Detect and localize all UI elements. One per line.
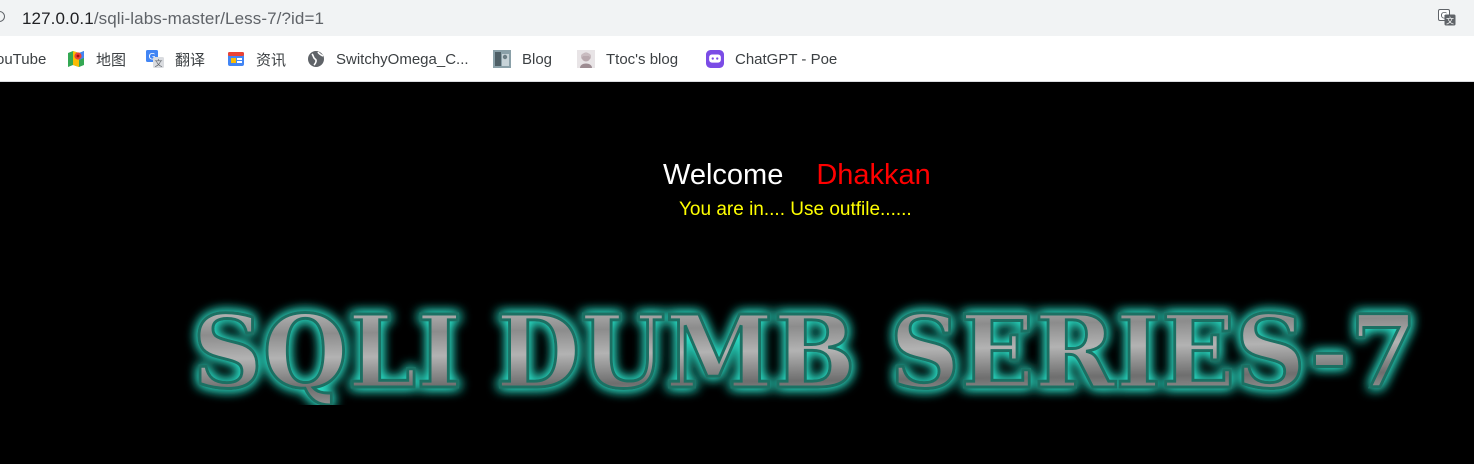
blog-avatar-icon [493,50,511,68]
news-icon [228,52,244,66]
bookmark-label: 地图 [96,51,127,69]
svg-text:文: 文 [1446,16,1454,26]
translate-icon: G 文 [146,50,164,68]
bookmark-youtube[interactable]: ouTube [0,48,46,70]
bookmark-label: SwitchyOmega_C... [336,50,469,68]
globe-icon [308,51,324,67]
banner-text: SQLI DUMB SERIES-7 [193,295,1418,405]
login-status: You are in.... Use outfile...... [679,199,912,220]
bookmark-label: ChatGPT - Poe [735,50,838,68]
url-field[interactable]: 127.0.0.1/sqli-labs-master/Less-7/?id=1 [22,9,324,29]
bookmark-label: Blog [522,50,553,68]
bookmark-label: 资讯 [256,51,287,69]
sqli-title-banner: SQLI DUMB SERIES-7 [191,295,1419,405]
ttoc-avatar-icon [577,50,595,68]
page-content: Welcome Dhakkan You are in.... Use outfil… [0,82,1474,464]
bookmark-ttoc-blog[interactable]: Ttoc's blog [577,48,678,70]
bookmark-switchyomega[interactable]: SwitchyOmega_C... [307,48,469,70]
welcome-message: Welcome Dhakkan [663,159,931,192]
poe-icon [706,50,724,68]
bookmark-poe[interactable]: ChatGPT - Poe [706,48,837,70]
bookmark-maps[interactable]: 地图 [67,48,126,70]
welcome-text: Welcome [663,159,784,191]
bookmark-label: ouTube [0,50,47,68]
bookmark-label: Ttoc's blog [606,50,679,68]
maps-icon [68,51,84,67]
svg-text:文: 文 [155,58,163,68]
bookmarks-bar: ouTube 地图 G 文 翻译 资讯 SwitchyOmega_C... Bl… [0,36,1474,82]
url-host: 127.0.0.1 [22,9,94,28]
url-path: /sqli-labs-master/Less-7/?id=1 [93,9,325,28]
translate-page-icon[interactable]: G 文 [1438,9,1456,26]
address-bar[interactable]: 127.0.0.1/sqli-labs-master/Less-7/?id=1 … [0,0,1474,36]
bookmark-label: 翻译 [175,51,206,69]
user-name: Dhakkan [816,159,931,191]
bookmark-news[interactable]: 资讯 [227,48,286,70]
bookmark-translate[interactable]: G 文 翻译 [146,48,205,70]
bookmark-blog[interactable]: Blog [493,48,552,70]
site-info-icon[interactable] [0,11,5,22]
